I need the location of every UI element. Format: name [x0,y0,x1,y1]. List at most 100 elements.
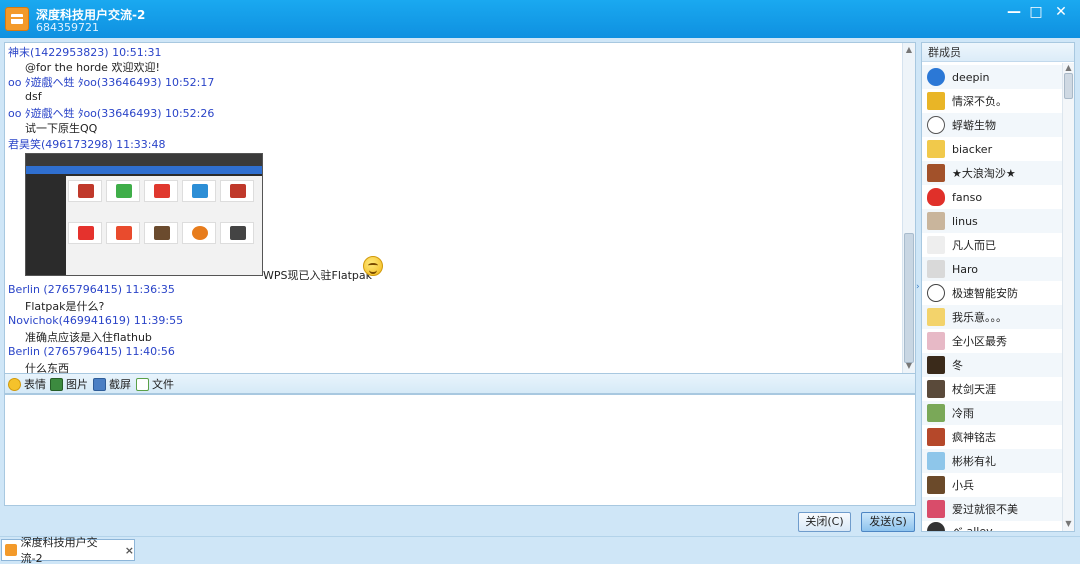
member-item[interactable]: 全小区最秀 [922,329,1062,353]
group-chat-icon [5,7,29,31]
message-header: oo ﾀ遊戲ヘ甡 ﾀoo(33646493) 10:52:17 [8,76,215,89]
member-item[interactable]: 蜉蝣生物 [922,113,1062,137]
avatar [927,164,945,182]
avatar [927,500,945,518]
app-tile [144,180,178,202]
member-item[interactable]: 我乐意。。。 [922,305,1062,329]
maximize-button[interactable]: □ [1025,4,1047,22]
avatar [927,404,945,422]
chat-tab[interactable]: 深度科技用户交流-2 × [1,536,135,564]
avatar [927,68,945,86]
message-header: 神末(1422953823) 10:51:31 [8,46,162,59]
message-input[interactable] [4,394,916,506]
emoji-icon [8,377,21,391]
message-body: @for the horde 欢迎欢迎! [25,61,160,74]
scroll-thumb[interactable] [904,233,914,363]
avatar [927,188,945,206]
member-scrollbar[interactable]: ▲ ▼ [1062,63,1074,531]
file-button[interactable]: 文件 [136,376,174,392]
member-item[interactable]: biacker [922,137,1062,161]
avatar [927,452,945,470]
member-item[interactable]: べ alley [922,519,1062,531]
member-item[interactable]: 凡人而已 [922,233,1062,257]
scroll-up-icon[interactable]: ▲ [1063,63,1074,72]
app-tile [144,222,178,244]
app-tile [106,222,140,244]
member-item[interactable]: fanso [922,185,1062,209]
member-item[interactable]: 冬 [922,353,1062,377]
member-name: linus [952,214,978,228]
browser-tabbar [26,154,262,166]
avatar [927,522,945,531]
avatar [927,140,945,158]
app-tile [182,180,216,202]
member-item[interactable]: 爱过就很不美 [922,497,1062,521]
message-body: 什么东西 [25,362,69,374]
member-item[interactable]: deepin [922,65,1062,89]
screenshot-label: 截屏 [109,378,131,391]
chat-scrollbar[interactable]: ▲ ▼ [902,43,915,373]
member-name: 冷雨 [952,407,974,420]
send-button[interactable]: 发送(S) [861,512,915,532]
avatar [927,332,945,350]
close-tab-icon[interactable]: × [125,544,134,557]
member-name: 全小区最秀 [952,335,1007,348]
message-body: Flatpak是什么? [25,300,105,313]
avatar [927,92,945,110]
member-item[interactable]: ★大浪淘沙★ [922,161,1062,185]
group-number: 684359721 [36,21,99,34]
shared-screenshot-image[interactable] [25,153,263,276]
emoji-button[interactable]: 表情 [8,376,46,392]
member-item[interactable]: 小兵 [922,473,1062,497]
scroll-up-icon[interactable]: ▲ [903,44,915,56]
member-item[interactable]: 彬彬有礼 [922,449,1062,473]
scroll-down-icon[interactable]: ▼ [1063,519,1074,528]
minimize-button[interactable]: — [1003,4,1025,22]
member-name: 凡人而已 [952,239,996,252]
avatar [927,212,945,230]
title-bar: 深度科技用户交流-2 684359721 — □ ✕ [0,0,1080,38]
member-item[interactable]: linus [922,209,1062,233]
member-name: biacker [952,142,993,156]
emoji-label: 表情 [24,378,46,391]
smiley-emoji-icon [363,256,383,276]
browser-navbar [26,166,262,174]
app-tile [220,222,254,244]
member-name: 极速智能安防 [952,287,1018,300]
message-body: 试一下原生QQ [25,122,98,135]
avatar [927,260,945,278]
avatar [927,116,945,134]
member-item[interactable]: 极速智能安防 [922,281,1062,305]
member-name: 情深不负。 [952,95,1007,108]
member-name: 蜉蝣生物 [952,119,996,132]
message-header: Novichok(469941619) 11:39:55 [8,314,184,327]
screenshot-icon [93,377,106,391]
member-list-title: 群成员 [922,43,1074,62]
member-list[interactable]: 群成员 deepin 情深不负。 蜉蝣生物 biacker ★大浪淘沙★ fan… [921,42,1075,532]
app-grid [66,176,262,275]
group-chat-icon [5,544,17,556]
member-item[interactable]: Haro [922,257,1062,281]
avatar [927,380,945,398]
message-header: oo ﾀ遊戲ヘ甡 ﾀoo(33646493) 10:52:26 [8,107,215,120]
member-name: ★大浪淘沙★ [952,167,1016,180]
image-icon [50,377,63,391]
chat-tab-label: 深度科技用户交流-2 [20,536,98,564]
member-item[interactable]: 疯神铭志 [922,425,1062,449]
scroll-down-icon[interactable]: ▼ [903,360,915,372]
image-button[interactable]: 图片 [50,376,88,392]
member-item[interactable]: 杖剑天涯 [922,377,1062,401]
avatar [927,356,945,374]
chat-history[interactable]: 神末(1422953823) 10:51:31 @for the horde 欢… [4,42,916,374]
file-label: 文件 [152,378,174,391]
close-window-button[interactable]: ✕ [1050,4,1072,22]
member-item[interactable]: 冷雨 [922,401,1062,425]
close-button[interactable]: 关闭(C) [798,512,851,532]
image-label: 图片 [66,378,88,391]
screenshot-button[interactable]: 截屏 [93,376,131,392]
scroll-thumb[interactable] [1064,73,1073,99]
avatar [927,428,945,446]
app-tile [68,180,102,202]
member-item[interactable]: 情深不负。 [922,89,1062,113]
member-name: 彬彬有礼 [952,455,996,468]
